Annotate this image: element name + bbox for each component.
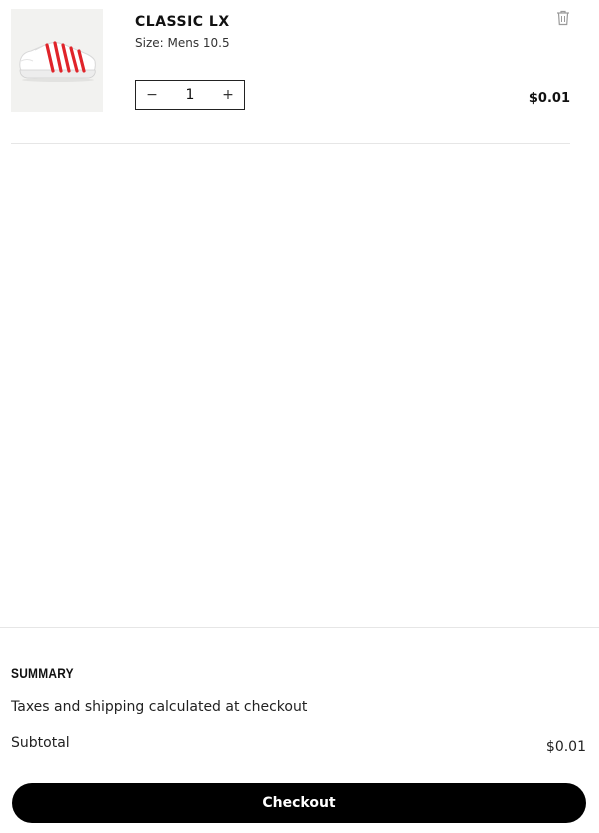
order-summary: SUMMARY Taxes and shipping calculated at… xyxy=(0,627,599,833)
decrease-quantity-button[interactable]: − xyxy=(136,81,168,109)
increase-quantity-button[interactable]: + xyxy=(212,81,244,109)
line-item-price: $0.01 xyxy=(528,91,570,106)
taxes-shipping-note: Taxes and shipping calculated at checkou… xyxy=(11,699,308,715)
cart-page: CLASSIC LX Size: Mens 10.5 − 1 + $0.01 S… xyxy=(0,0,599,833)
trash-icon[interactable] xyxy=(556,10,570,26)
cart-line-item: CLASSIC LX Size: Mens 10.5 − 1 + $0.01 xyxy=(11,9,570,144)
product-name[interactable]: CLASSIC LX xyxy=(135,14,230,30)
quantity-value[interactable]: 1 xyxy=(168,87,212,103)
subtotal-value: $0.01 xyxy=(545,739,586,755)
summary-title: SUMMARY xyxy=(11,665,74,681)
sneaker-image xyxy=(19,41,96,82)
quantity-stepper: − 1 + xyxy=(135,80,245,110)
product-size: Size: Mens 10.5 xyxy=(135,36,230,50)
checkout-button[interactable]: Checkout xyxy=(12,783,586,823)
product-thumbnail[interactable] xyxy=(11,9,103,112)
subtotal-label: Subtotal xyxy=(11,735,70,751)
